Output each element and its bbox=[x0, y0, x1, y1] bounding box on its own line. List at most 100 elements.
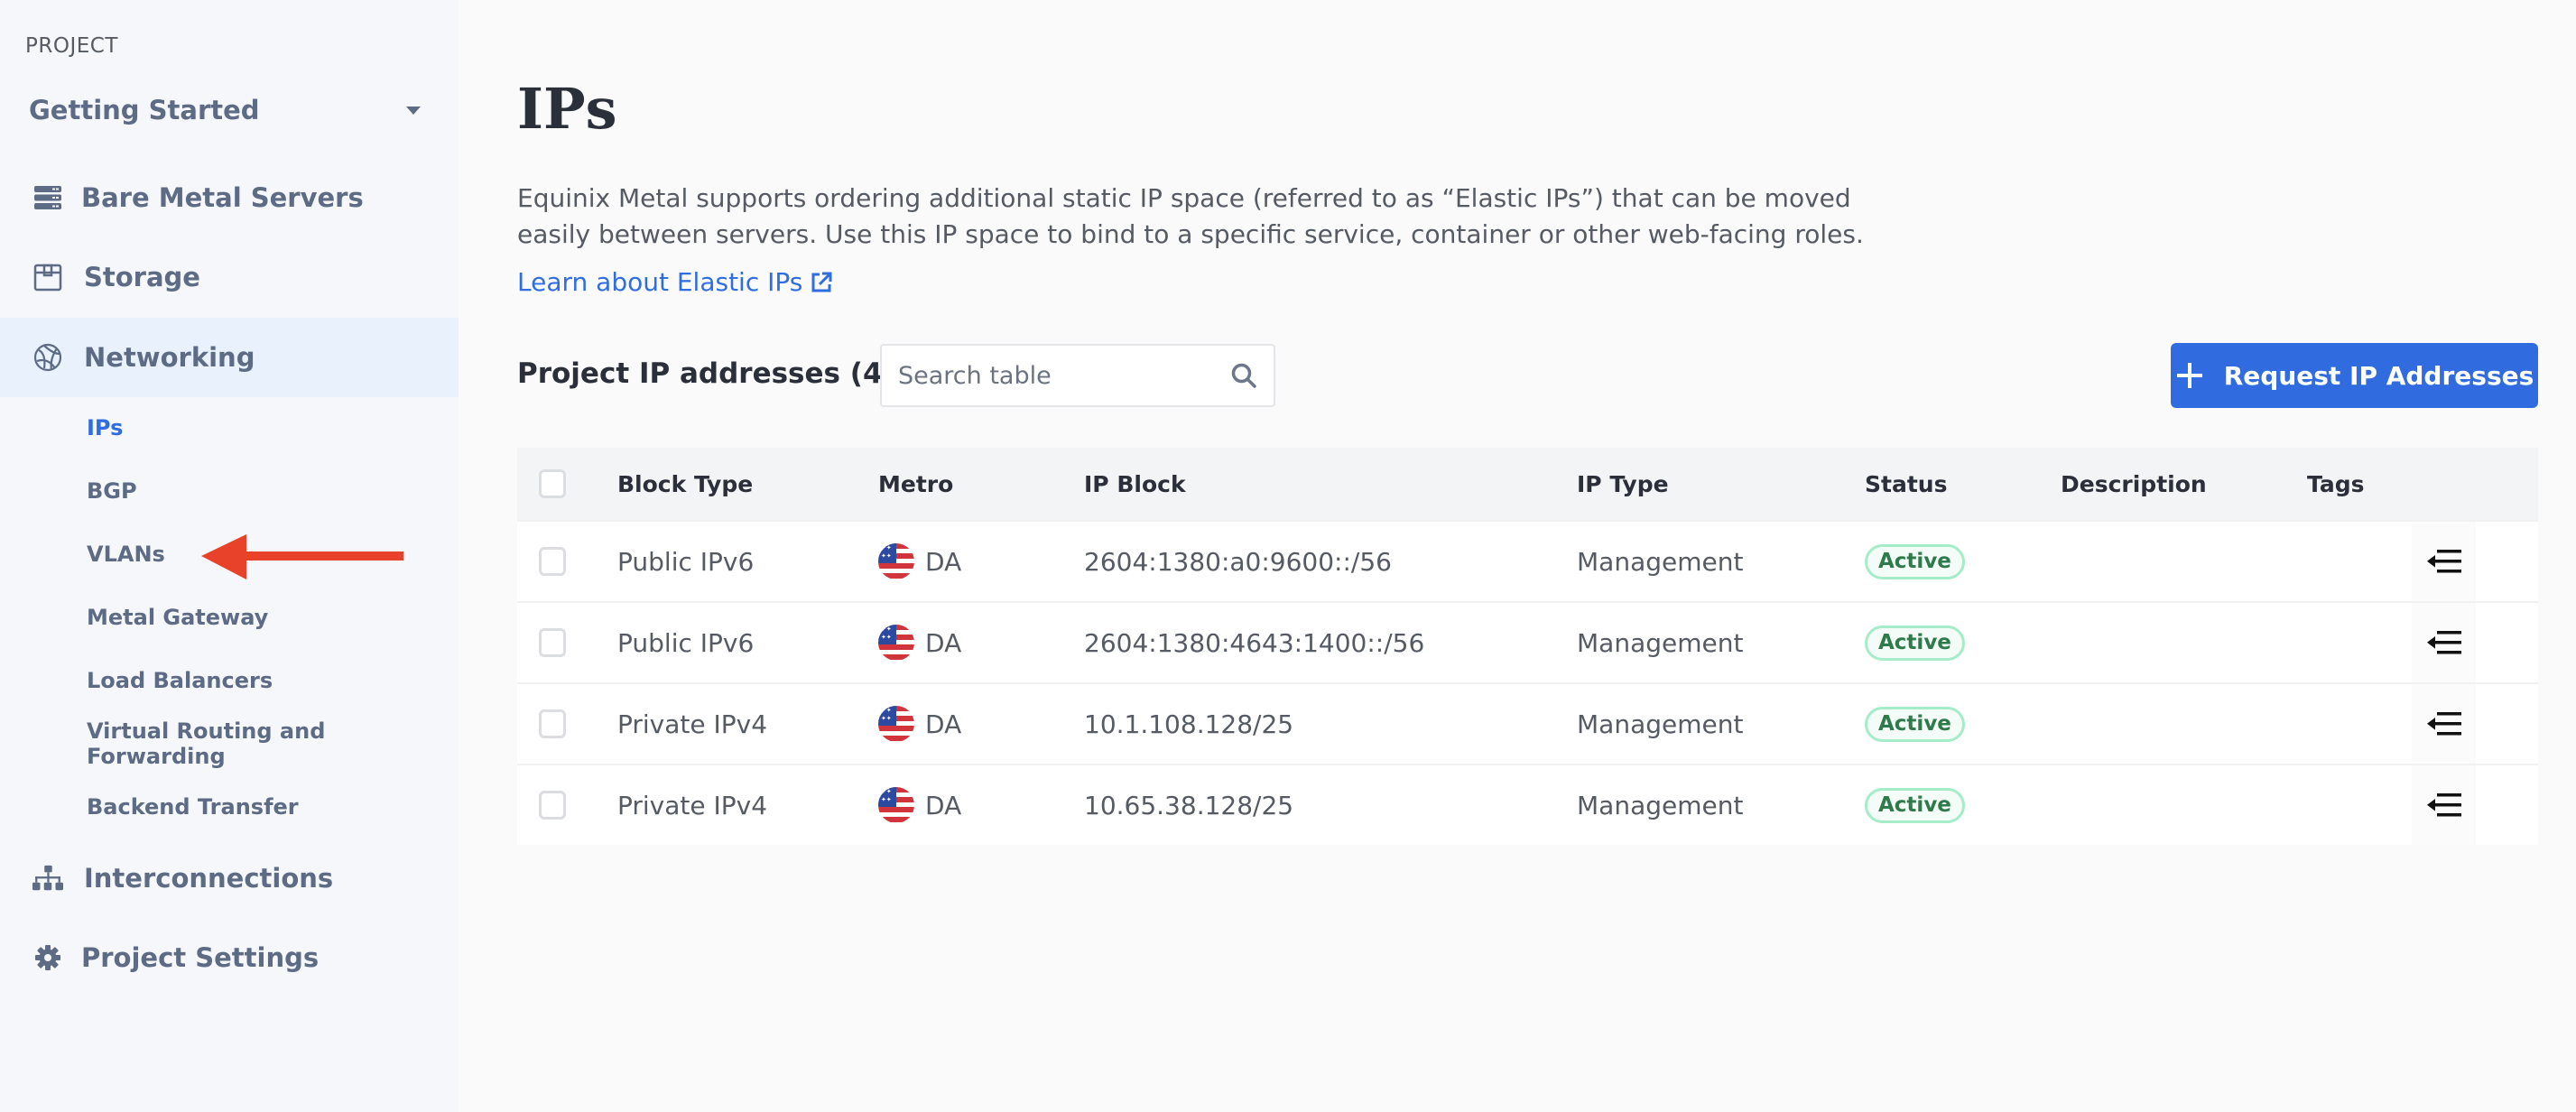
metro-cell: DA bbox=[878, 765, 961, 845]
search-box bbox=[880, 344, 1275, 407]
row-checkbox[interactable] bbox=[539, 709, 566, 738]
metro-code: DA bbox=[925, 790, 962, 820]
metro-cell: DA bbox=[878, 684, 961, 764]
ip-block-cell: 2604:1380:4643:1400::/56 bbox=[1084, 627, 1425, 658]
page-title: IPs bbox=[517, 76, 617, 142]
column-header-ip-block[interactable]: IP Block bbox=[1084, 448, 1186, 520]
status-badge: Active bbox=[1865, 625, 1965, 661]
block-type-cell: Private IPv4 bbox=[617, 790, 768, 820]
column-header-metro[interactable]: Metro bbox=[878, 448, 953, 520]
status-cell: Active bbox=[1865, 522, 1965, 601]
sidebar-item-storage[interactable]: Storage bbox=[0, 237, 459, 317]
storage-box-icon bbox=[32, 262, 63, 292]
metro-code: DA bbox=[925, 709, 962, 739]
learn-elastic-ips-link[interactable]: Learn about Elastic IPs bbox=[517, 267, 833, 297]
sidebar-subitem-load-balancers[interactable]: Load Balancers bbox=[0, 649, 459, 712]
sidebar-item-label: Project Settings bbox=[81, 942, 320, 973]
ip-type-cell: Management bbox=[1577, 627, 1744, 658]
us-flag-icon bbox=[878, 706, 914, 742]
sidebar-subitem-label: Load Balancers bbox=[87, 668, 273, 693]
table-row[interactable]: Public IPv6 DA 2604:1380:4643:1400::/56 … bbox=[517, 601, 2538, 682]
status-badge: Active bbox=[1865, 787, 1965, 823]
column-header-status[interactable]: Status bbox=[1865, 448, 1947, 520]
sidebar-subitem-label: Backend Transfer bbox=[87, 794, 299, 820]
ip-type-cell: Management bbox=[1577, 709, 1744, 739]
sidebar-subitem-bgp[interactable]: BGP bbox=[0, 459, 459, 523]
sidebar-subitem-label: IPs bbox=[87, 415, 124, 440]
plus-icon bbox=[2176, 363, 2202, 388]
metro-code: DA bbox=[925, 627, 962, 658]
column-header-block-type[interactable]: Block Type bbox=[617, 448, 753, 520]
sidebar-item-project-settings[interactable]: Project Settings bbox=[0, 918, 459, 997]
ip-block-cell: 10.65.38.128/25 bbox=[1084, 790, 1294, 820]
sidebar-subitem-label: Metal Gateway bbox=[87, 605, 269, 630]
sidebar-item-interconnections[interactable]: Interconnections bbox=[0, 839, 459, 918]
intro-text: Equinix Metal supports ordering addition… bbox=[517, 183, 1864, 249]
actions-menu-icon bbox=[2426, 631, 2461, 654]
search-icon[interactable] bbox=[1230, 362, 1257, 389]
row-actions-button[interactable] bbox=[2412, 684, 2476, 764]
row-checkbox[interactable] bbox=[539, 791, 566, 820]
main-content: IPs Equinix Metal supports ordering addi… bbox=[459, 0, 2576, 1112]
actions-menu-icon bbox=[2426, 550, 2461, 573]
globe-network-icon bbox=[32, 342, 63, 373]
status-badge: Active bbox=[1865, 706, 1965, 742]
project-selector[interactable]: Getting Started bbox=[29, 90, 430, 130]
row-checkbox[interactable] bbox=[539, 628, 566, 657]
annotation-arrow-icon bbox=[201, 534, 403, 579]
ip-block-cell: 10.1.108.128/25 bbox=[1084, 709, 1294, 739]
row-actions-button[interactable] bbox=[2412, 522, 2476, 601]
ip-table: Block Type Metro IP Block IP Type Status… bbox=[517, 448, 2538, 845]
sidebar-item-label: Networking bbox=[84, 342, 255, 373]
sidebar-subitem-vrf[interactable]: Virtual Routing and Forwarding bbox=[0, 712, 459, 775]
sitemap-icon bbox=[32, 863, 63, 894]
table-row[interactable]: Private IPv4 DA 10.65.38.128/25 Manageme… bbox=[517, 764, 2538, 845]
actions-menu-icon bbox=[2426, 793, 2461, 817]
metro-code: DA bbox=[925, 546, 962, 577]
status-cell: Active bbox=[1865, 603, 1965, 682]
table-heading: Project IP addresses (4) bbox=[517, 357, 895, 390]
block-type-cell: Public IPv6 bbox=[617, 627, 755, 658]
sidebar: PROJECT Getting Started Bare Metal Serve… bbox=[0, 0, 459, 1112]
column-header-ip-type[interactable]: IP Type bbox=[1577, 448, 1669, 520]
sidebar-subitem-label: BGP bbox=[87, 478, 137, 504]
ip-type-cell: Management bbox=[1577, 546, 1744, 577]
status-badge: Active bbox=[1865, 543, 1965, 579]
ip-type-cell: Management bbox=[1577, 790, 1744, 820]
column-header-tags[interactable]: Tags bbox=[2307, 448, 2364, 520]
external-link-icon bbox=[811, 272, 832, 292]
status-cell: Active bbox=[1865, 684, 1965, 764]
us-flag-icon bbox=[878, 625, 914, 661]
metro-cell: DA bbox=[878, 522, 961, 601]
sidebar-subitem-metal-gateway[interactable]: Metal Gateway bbox=[0, 586, 459, 649]
search-input[interactable] bbox=[898, 361, 1230, 390]
table-row[interactable]: Private IPv4 DA 10.1.108.128/25 Manageme… bbox=[517, 682, 2538, 764]
server-icon bbox=[32, 182, 63, 213]
row-checkbox[interactable] bbox=[539, 547, 566, 576]
sidebar-item-label: Bare Metal Servers bbox=[81, 182, 364, 213]
sidebar-subitem-ips[interactable]: IPs bbox=[0, 396, 459, 459]
sidebar-item-networking[interactable]: Networking bbox=[0, 318, 459, 397]
row-actions-button[interactable] bbox=[2412, 765, 2476, 845]
ip-block-cell: 2604:1380:a0:9600::/56 bbox=[1084, 546, 1392, 577]
sidebar-subitem-backend-transfer[interactable]: Backend Transfer bbox=[0, 775, 459, 839]
caret-down-icon bbox=[406, 106, 421, 115]
table-header: Block Type Metro IP Block IP Type Status… bbox=[517, 448, 2538, 520]
column-header-description[interactable]: Description bbox=[2061, 448, 2207, 520]
request-ip-addresses-button[interactable]: Request IP Addresses bbox=[2171, 343, 2538, 408]
select-all-checkbox[interactable] bbox=[539, 469, 566, 498]
table-row[interactable]: Public IPv6 DA 2604:1380:a0:9600::/56 Ma… bbox=[517, 520, 2538, 601]
sidebar-item-label: Storage bbox=[84, 262, 200, 292]
status-cell: Active bbox=[1865, 765, 1965, 845]
project-label: PROJECT bbox=[25, 34, 118, 58]
sidebar-item-bare-metal-servers[interactable]: Bare Metal Servers bbox=[0, 158, 459, 237]
us-flag-icon bbox=[878, 787, 914, 823]
actions-menu-icon bbox=[2426, 712, 2461, 736]
sidebar-subitem-label: VLANs bbox=[87, 542, 165, 567]
gear-icon bbox=[32, 942, 63, 973]
us-flag-icon bbox=[878, 543, 914, 579]
sidebar-subitem-label: Virtual Routing and Forwarding bbox=[87, 718, 326, 769]
learn-link-label: Learn about Elastic IPs bbox=[517, 267, 803, 297]
row-actions-button[interactable] bbox=[2412, 603, 2476, 682]
request-button-label: Request IP Addresses bbox=[2223, 360, 2534, 391]
